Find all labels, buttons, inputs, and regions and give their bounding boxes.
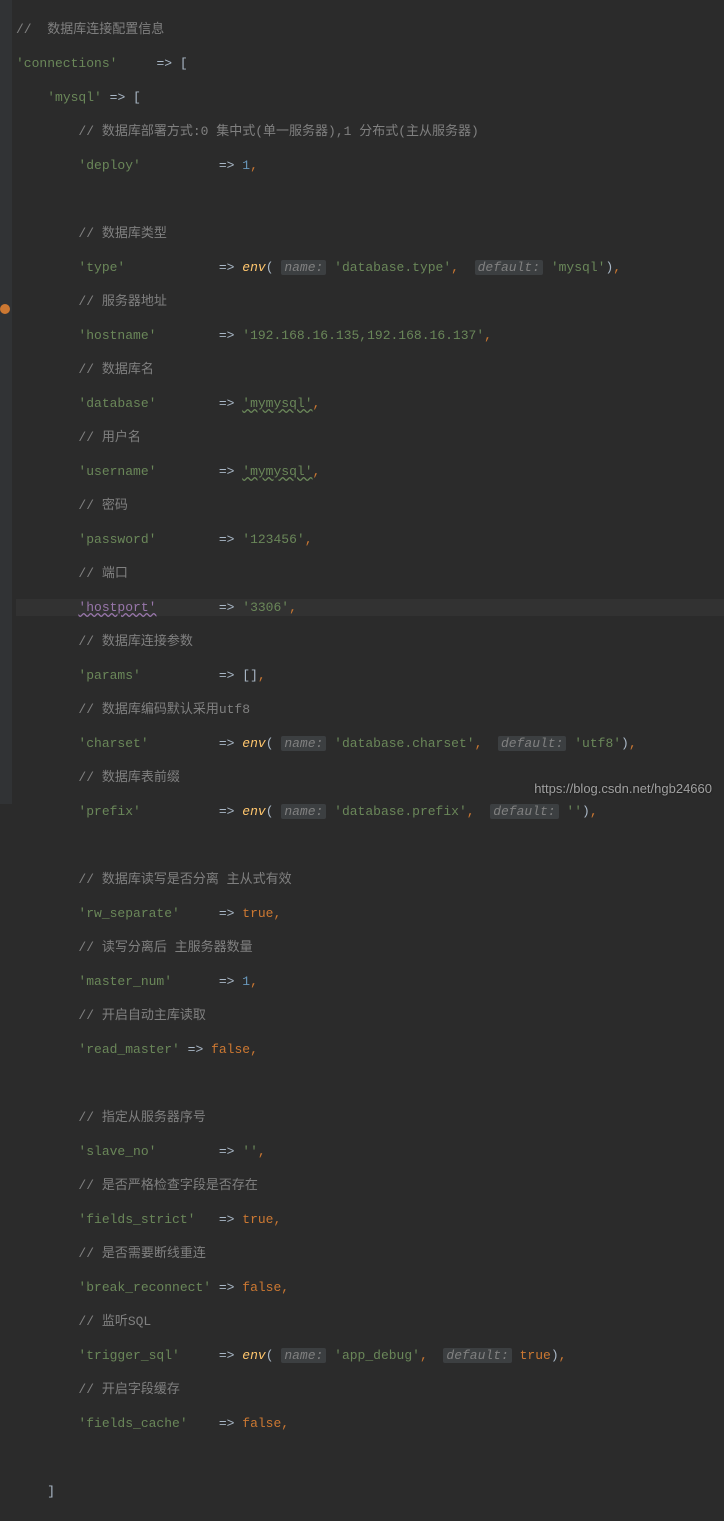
key-rw-separate: 'rw_separate' — [78, 906, 179, 921]
comment: // 开启自动主库读取 — [78, 1008, 205, 1023]
val-database: 'mymysql' — [242, 396, 312, 411]
key-break-reconnect: 'break_reconnect' — [78, 1280, 211, 1295]
key-password: 'password' — [78, 532, 156, 547]
arrow: => [ — [156, 56, 187, 71]
comment: // 数据库名 — [78, 362, 153, 377]
comment: // 数据库连接配置信息 — [16, 22, 164, 37]
comment: // 数据库读写是否分离 主从式有效 — [78, 872, 291, 887]
comment: // 端口 — [78, 566, 127, 581]
comment: // 数据库部署方式:0 集中式(单一服务器),1 分布式(主从服务器) — [78, 124, 478, 139]
watermark: https://blog.csdn.net/hgb24660 — [534, 781, 712, 796]
val-hostname: '192.168.16.135,192.168.16.137' — [242, 328, 484, 343]
key-database: 'database' — [78, 396, 156, 411]
code-editor[interactable]: // 数据库连接配置信息 'connections' => [ 'mysql' … — [0, 0, 724, 1521]
comment: // 开启字段缓存 — [78, 1382, 179, 1397]
gutter-warning-icon — [0, 304, 10, 314]
key-read-master: 'read_master' — [78, 1042, 179, 1057]
key-slave-no: 'slave_no' — [78, 1144, 156, 1159]
key-params: 'params' — [78, 668, 140, 683]
val-deploy: 1 — [242, 158, 250, 173]
val-true: true — [242, 906, 273, 921]
param-default: default: — [475, 260, 543, 275]
val-username: 'mymysql' — [242, 464, 312, 479]
comment: // 用户名 — [78, 430, 140, 445]
comment: // 指定从服务器序号 — [78, 1110, 205, 1125]
key-hostport: 'hostport' — [78, 600, 156, 615]
key-charset: 'charset' — [78, 736, 148, 751]
key-username: 'username' — [78, 464, 156, 479]
key-prefix: 'prefix' — [78, 804, 140, 819]
comment: // 数据库类型 — [78, 226, 166, 241]
val-params: [] — [242, 668, 258, 683]
val-password: '123456' — [242, 532, 304, 547]
val-slave-no: '' — [242, 1144, 258, 1159]
comment: // 密码 — [78, 498, 127, 513]
key-connections: 'connections' — [16, 56, 117, 71]
val-hostport: '3306' — [242, 600, 289, 615]
comment: // 数据库表前缀 — [78, 770, 179, 785]
key-hostname: 'hostname' — [78, 328, 156, 343]
comment: // 数据库编码默认采用utf8 — [78, 702, 250, 717]
editor-gutter — [0, 0, 12, 804]
param-name: name: — [281, 260, 326, 275]
key-fields-cache: 'fields_cache' — [78, 1416, 187, 1431]
close-bracket: ] — [47, 1484, 55, 1499]
val-master-num: 1 — [242, 974, 250, 989]
key-deploy: 'deploy' — [78, 158, 140, 173]
key-mysql: 'mysql' — [47, 90, 102, 105]
comment: // 读写分离后 主服务器数量 — [78, 940, 252, 955]
key-master-num: 'master_num' — [78, 974, 172, 989]
comment: // 数据库连接参数 — [78, 634, 192, 649]
val-false: false — [211, 1042, 250, 1057]
key-trigger-sql: 'trigger_sql' — [78, 1348, 179, 1363]
comment: // 是否需要断线重连 — [78, 1246, 205, 1261]
func-env: env — [242, 260, 265, 275]
comment: // 是否严格检查字段是否存在 — [78, 1178, 257, 1193]
comment: // 监听SQL — [78, 1314, 151, 1329]
key-fields-strict: 'fields_strict' — [78, 1212, 195, 1227]
comment: // 服务器地址 — [78, 294, 166, 309]
key-type: 'type' — [78, 260, 125, 275]
